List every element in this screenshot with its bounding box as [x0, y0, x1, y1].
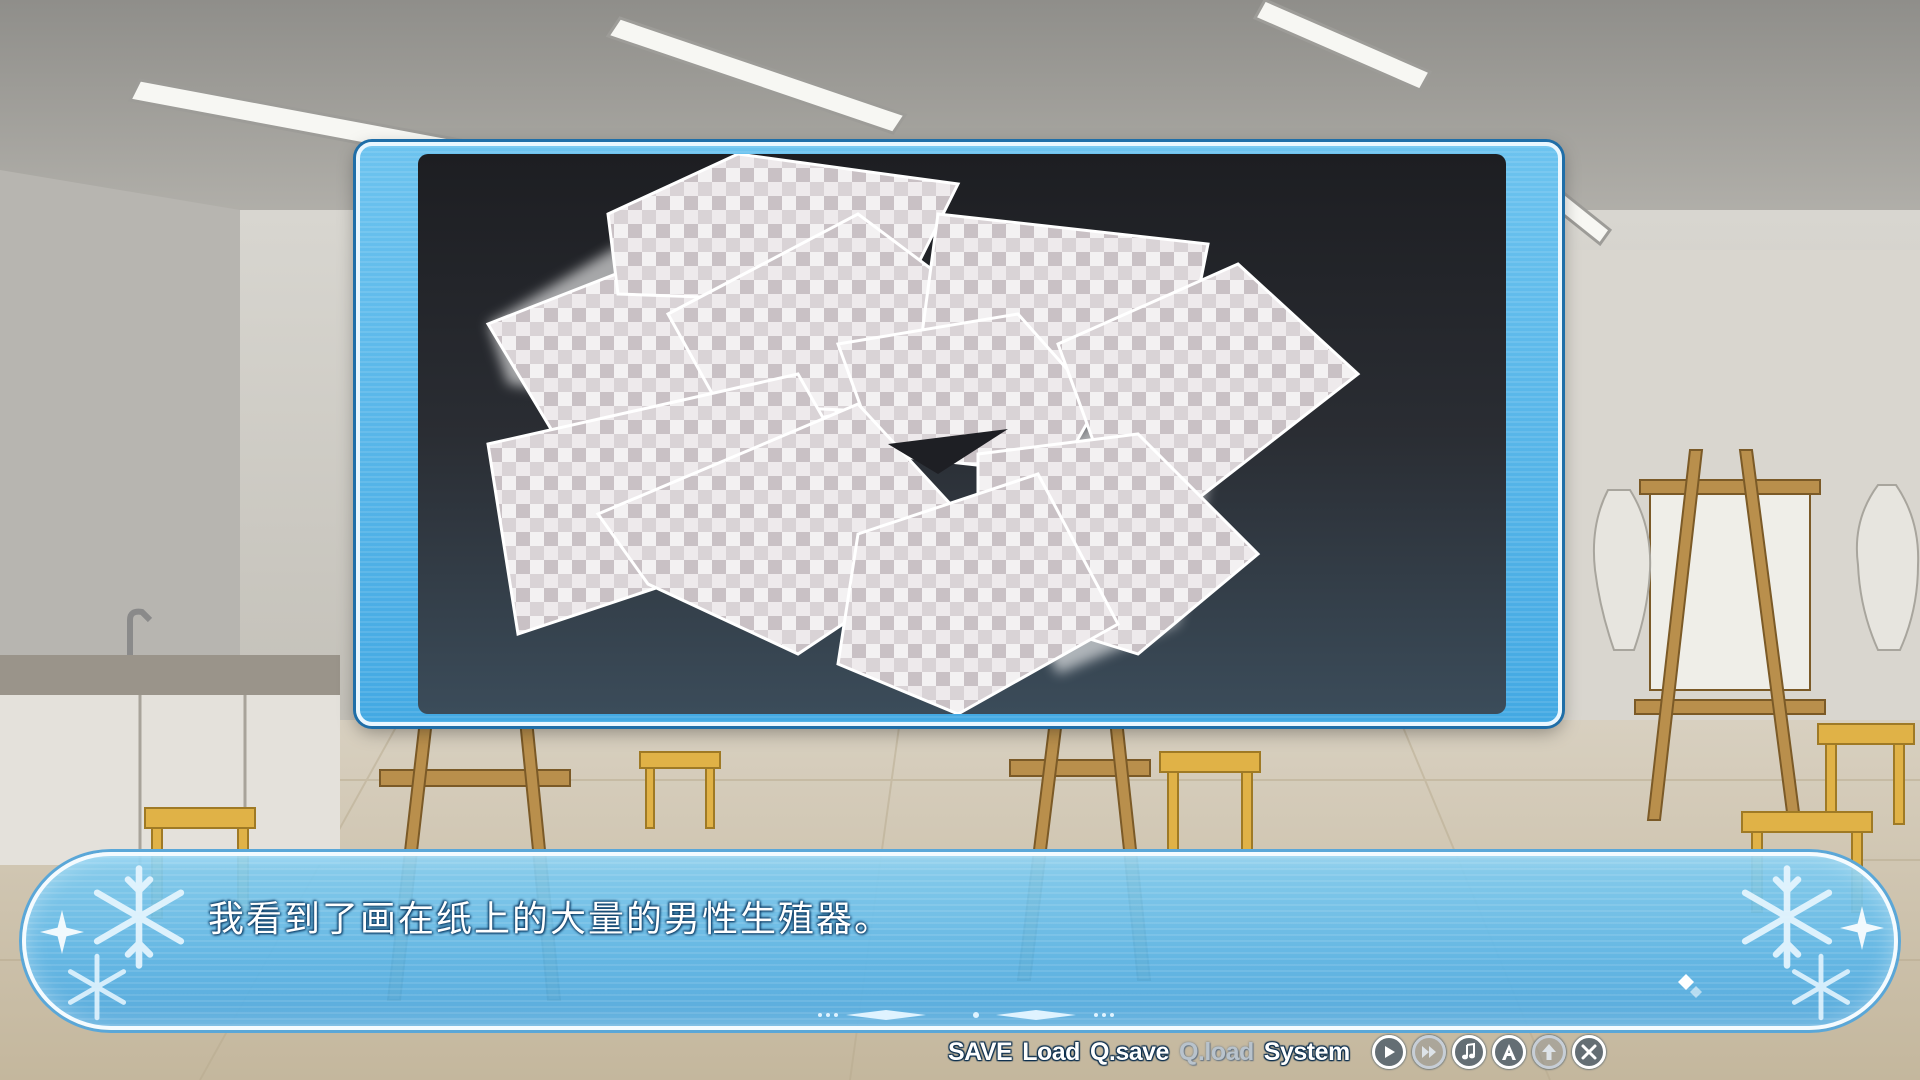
close-icon[interactable] — [1571, 1035, 1606, 1069]
sparkle-icon — [40, 910, 84, 954]
skip-icon[interactable] — [1411, 1035, 1446, 1069]
event-cg-frame — [356, 142, 1562, 726]
quick-save-button[interactable]: Q.save — [1090, 1038, 1170, 1067]
dialogue-text: 我看到了画在纸上的大量的男性生殖器。 — [208, 899, 893, 940]
system-button[interactable]: System — [1264, 1038, 1350, 1067]
system-menu-bar: SAVE Load Q.save Q.load System — [948, 1030, 1606, 1074]
quick-load-button[interactable]: Q.load — [1179, 1038, 1254, 1067]
ornament-divider-icon — [818, 1010, 1114, 1020]
snowflake-icon — [1791, 953, 1851, 1021]
auto-icon[interactable] — [1491, 1035, 1526, 1069]
event-cg-image — [418, 154, 1506, 714]
sparkle-icon — [1840, 906, 1884, 950]
hide-window-icon[interactable] — [1531, 1035, 1566, 1069]
save-button[interactable]: SAVE — [948, 1038, 1013, 1067]
snowflake-icon — [67, 953, 127, 1021]
dialogue-box[interactable]: 我看到了画在纸上的大量的男性生殖器。 — [22, 852, 1898, 1030]
load-button[interactable]: Load — [1022, 1038, 1080, 1067]
menu-icon-group — [1371, 1035, 1606, 1069]
next-page-indicator-icon[interactable] — [1676, 972, 1706, 1002]
music-icon[interactable] — [1451, 1035, 1486, 1069]
auto-play-icon[interactable] — [1371, 1035, 1406, 1069]
